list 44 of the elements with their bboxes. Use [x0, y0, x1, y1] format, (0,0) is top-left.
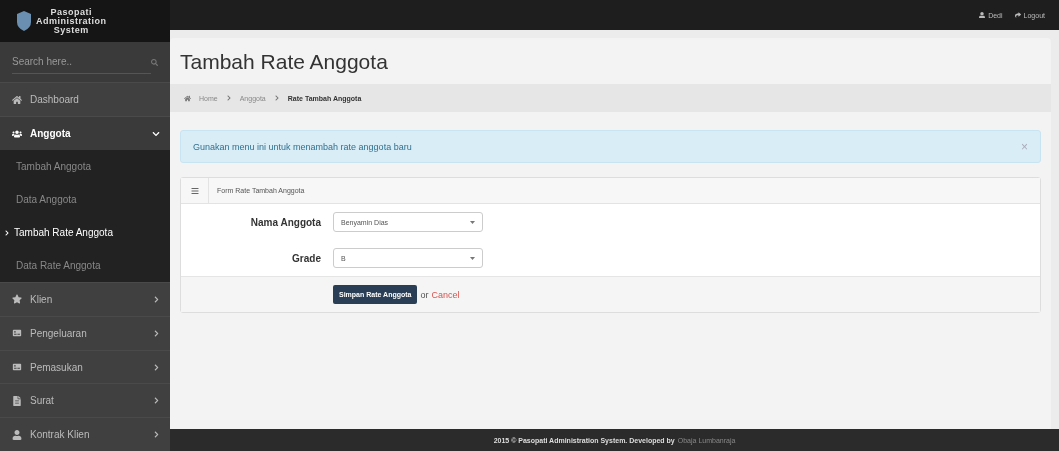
sidebar-item[interactable]: Pengeluaran [0, 315, 170, 350]
logo-text: System [52, 25, 90, 35]
card-icon [12, 328, 22, 339]
person-icon [12, 429, 22, 440]
submenu-item[interactable]: Data Anggota [0, 183, 170, 217]
user-icon [979, 12, 986, 18]
sidebar-item[interactable]: Surat [0, 383, 170, 418]
submenu-item[interactable]: Data Rate Anggota [0, 249, 170, 283]
share-arrow-icon [1014, 12, 1021, 18]
chevron-right-icon [153, 329, 160, 337]
field-label: Grade [291, 252, 321, 264]
chevron-right-icon [153, 363, 160, 371]
page-title: Tambah Rate Anggota [179, 49, 389, 75]
search-field[interactable]: Search here.. [12, 50, 151, 75]
card-icon [12, 362, 22, 372]
submenu-item[interactable]: Tambah Anggota [0, 150, 170, 184]
or-text: or [420, 289, 429, 300]
sidebar-item[interactable]: Kontrak Klien [0, 417, 170, 451]
star-icon [12, 294, 22, 305]
chevron-right-icon [225, 95, 232, 101]
submenu-item[interactable]: Tambah Rate Anggota [0, 216, 170, 250]
search-icon [151, 58, 158, 66]
users-icon [12, 128, 22, 139]
sidebar-item[interactable]: Pemasukan [0, 349, 170, 384]
caret-icon [470, 256, 475, 260]
logo-emblem-icon [16, 11, 32, 32]
chevron-right-icon [273, 95, 280, 101]
sidebar-item[interactable]: Klien [0, 282, 170, 316]
sidebar-item[interactable]: Dashboard [0, 82, 170, 117]
logo-text: Administration [36, 16, 107, 26]
chevron-down-icon [152, 129, 160, 138]
chevron-right-icon [4, 229, 10, 236]
logo-text: Pasopati [50, 7, 93, 17]
menu-icon [190, 186, 199, 195]
document-icon [12, 395, 22, 406]
chevron-right-icon [153, 431, 160, 439]
caret-icon [470, 220, 475, 224]
chevron-right-icon [153, 295, 160, 303]
home-icon [12, 94, 22, 105]
home-icon [184, 94, 191, 102]
alert-text: Gunakan menu ini untuk menambah rate anggota baru [193, 141, 412, 152]
cancel-link[interactable]: Cancel [431, 289, 460, 300]
field-label: Nama Anggota [249, 216, 321, 228]
chevron-right-icon [153, 397, 160, 405]
